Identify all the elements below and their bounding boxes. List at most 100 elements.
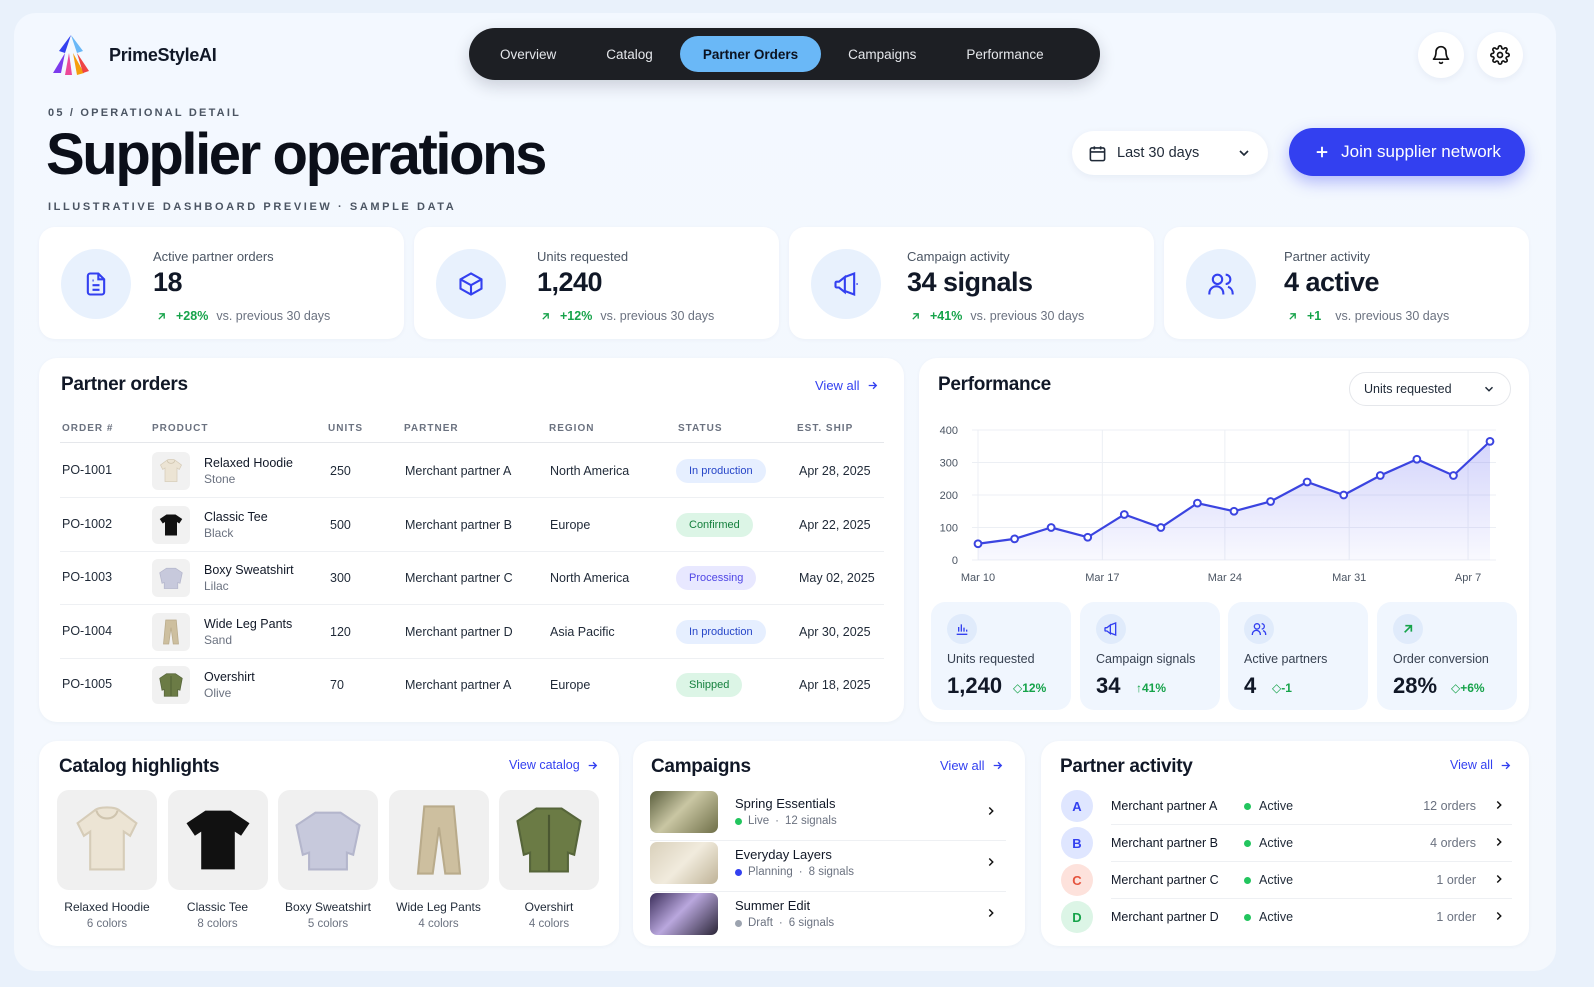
table-row[interactable]: PO-1002 Classic Tee Black 500 Merchant p… <box>60 498 884 552</box>
arrow-up-right-icon <box>158 312 165 320</box>
data-point[interactable] <box>1193 498 1202 508</box>
notifications-button[interactable] <box>1418 32 1464 78</box>
view-catalog-link[interactable]: View catalog <box>509 758 599 772</box>
tab-performance[interactable]: Performance <box>943 36 1066 72</box>
bell-icon <box>1432 45 1450 65</box>
partner-item[interactable]: C Merchant partner C Active 1 order <box>1060 862 1512 899</box>
arrow-right-icon <box>993 761 1002 770</box>
stat-delta-value: +28% <box>176 309 209 323</box>
campaign-item[interactable]: Summer Edit Draft · 6 signals <box>650 893 1006 943</box>
partner-item[interactable]: D Merchant partner D Active 1 order <box>1060 899 1512 936</box>
col-est-ship: EST. SHIP <box>797 423 854 434</box>
brand-name: PrimeStyleAI <box>109 44 217 65</box>
stat-label: Campaign activity <box>907 249 1010 264</box>
order-region: Europe <box>550 678 591 692</box>
data-point[interactable] <box>1485 436 1495 446</box>
date-range-select[interactable]: Last 30 days <box>1072 131 1268 175</box>
metric-select-label: Units requested <box>1364 382 1452 396</box>
tab-partner-orders[interactable]: Partner Orders <box>679 36 822 72</box>
partner-status: Active <box>1244 873 1293 887</box>
meta-separator: · <box>775 815 779 827</box>
catalog-item[interactable]: Boxy Sweatshirt 5 colors <box>278 790 378 930</box>
tab-catalog[interactable]: Catalog <box>583 36 676 72</box>
order-partner: Merchant partner A <box>405 464 512 478</box>
col-region: REGION <box>549 423 595 434</box>
data-point[interactable] <box>1412 454 1422 464</box>
table-row[interactable]: PO-1001 Relaxed Hoodie Stone 250 Merchan… <box>60 444 884 498</box>
catalog-item-name: Wide Leg Pants <box>396 900 481 914</box>
data-point[interactable] <box>1375 471 1385 480</box>
campaigns-view-all-link[interactable]: View all <box>940 758 1004 773</box>
catalog-item[interactable]: Overshirt 4 colors <box>499 790 599 930</box>
order-units: 70 <box>330 678 344 692</box>
catalog-item-image <box>57 790 157 890</box>
stat-card-units-requested: Units requested 1,240 +12% vs. previous … <box>414 227 779 339</box>
view-catalog-label: View catalog <box>509 758 580 772</box>
product-name: Boxy Sweatshirt <box>204 563 294 577</box>
metric-select[interactable]: Units requested <box>1349 372 1511 406</box>
document-icon <box>86 272 106 296</box>
mini-icon-wrap <box>1096 614 1126 644</box>
brand[interactable]: PrimeStyleAI <box>47 31 217 79</box>
catalog-item[interactable]: Classic Tee 8 colors <box>167 790 268 930</box>
pants-image <box>163 619 179 644</box>
partner-status: Active <box>1244 799 1293 813</box>
tshirt-image <box>159 514 183 535</box>
data-point[interactable] <box>973 539 983 549</box>
campaign-item[interactable]: Everyday Layers Planning · 8 signals <box>650 842 1006 892</box>
join-supplier-network-button[interactable]: Join supplier network <box>1289 128 1525 176</box>
avatar: C <box>1061 864 1093 896</box>
data-point[interactable] <box>1083 532 1093 542</box>
data-point[interactable] <box>1156 523 1166 532</box>
data-point[interactable] <box>1119 510 1129 519</box>
partner-status: Active <box>1244 910 1293 924</box>
data-point[interactable] <box>1302 477 1312 487</box>
stat-value: 1,240 <box>537 267 603 297</box>
partner-item[interactable]: B Merchant partner B Active 4 orders <box>1060 825 1512 862</box>
date-range-label: Last 30 days <box>1117 145 1200 161</box>
data-point[interactable] <box>1229 506 1239 516</box>
settings-button[interactable] <box>1477 32 1523 78</box>
campaign-image <box>650 893 718 935</box>
product-thumbnail <box>152 666 190 704</box>
eyebrow: 05 / OPERATIONAL DETAIL <box>48 107 242 119</box>
catalog-item[interactable]: Relaxed Hoodie 6 colors <box>57 790 157 930</box>
tab-campaigns[interactable]: Campaigns <box>825 36 939 72</box>
orders-view-all-link[interactable]: View all <box>815 378 879 393</box>
data-point[interactable] <box>1046 523 1056 532</box>
mini-delta: ◇12% <box>1013 681 1047 695</box>
table-row[interactable]: PO-1003 Boxy Sweatshirt Lilac 300 Mercha… <box>60 551 884 605</box>
partners-view-all-link[interactable]: View all <box>1450 758 1512 772</box>
stat-label: Units requested <box>537 249 629 264</box>
stat-delta: +28% vs. previous 30 days <box>155 309 330 323</box>
col-status: STATUS <box>678 423 723 434</box>
chevron-down-icon <box>1484 386 1494 392</box>
catalog-item[interactable]: Wide Leg Pants 4 colors <box>388 790 489 930</box>
stat-delta-value: +41% <box>930 309 963 323</box>
view-all-label: View all <box>815 378 860 393</box>
tab-overview[interactable]: Overview <box>477 36 579 72</box>
stat-card-partner-activity: Partner activity 4 active +1 vs. previou… <box>1164 227 1529 339</box>
partner-name: Merchant partner A <box>1111 799 1218 813</box>
stat-value: 18 <box>153 267 183 297</box>
data-point[interactable] <box>1266 497 1275 506</box>
campaign-item[interactable]: Spring Essentials Live · 12 signals <box>650 791 1006 841</box>
catalog-item-image <box>499 790 599 890</box>
status-badge: Shipped <box>676 673 743 697</box>
stat-delta-value: +1 <box>1307 309 1322 323</box>
partner-orders-title: Partner orders <box>61 374 188 395</box>
avatar: D <box>1061 901 1093 933</box>
product-color: Sand <box>204 632 233 647</box>
data-point[interactable] <box>1449 471 1458 480</box>
trend-arrow-icon <box>1404 624 1413 633</box>
table-row[interactable]: PO-1005 Overshirt Olive 70 Merchant part… <box>60 658 884 712</box>
table-row[interactable]: PO-1004 Wide Leg Pants Sand 120 Merchant… <box>60 605 884 659</box>
stat-value: 34 signals <box>907 267 1033 297</box>
mini-delta: ◇-1 <box>1272 681 1292 695</box>
arrow-up-right-icon <box>542 312 549 320</box>
data-point[interactable] <box>1010 534 1019 544</box>
partner-item[interactable]: A Merchant partner A Active 12 orders <box>1060 788 1512 825</box>
data-point[interactable] <box>1339 490 1349 500</box>
partner-status-label: Active <box>1259 799 1294 813</box>
bar-chart-icon <box>956 624 968 635</box>
